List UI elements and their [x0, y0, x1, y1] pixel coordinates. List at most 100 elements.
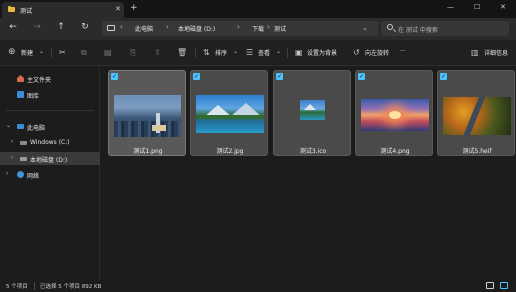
- toolbar-divider: [195, 48, 196, 58]
- chevron-down-icon: ⌄: [276, 48, 282, 55]
- file-tile[interactable]: ✓ 测试4.png: [355, 70, 433, 156]
- details-pane-icon: ▥: [471, 48, 479, 57]
- up-button[interactable]: ↑: [54, 22, 68, 32]
- command-bar: ⊕ 新建 ⌄ ✂ ⧉ ▤ ⎘ ⇪ 🗑 ⇅ 排序 ⌄ ☰ 查看 ⌄ ▣ 设置为背景…: [0, 40, 516, 66]
- back-button[interactable]: ←: [6, 22, 20, 32]
- breadcrumb-local-disk-d[interactable]: 本地磁盘 (D:): [178, 24, 215, 33]
- chevron-right-icon: ›: [120, 23, 123, 31]
- search-input[interactable]: 在 测试 中搜索: [398, 25, 438, 34]
- breadcrumb-this-pc[interactable]: 此电脑: [135, 24, 153, 33]
- sort-button[interactable]: 排序: [215, 48, 227, 57]
- file-tile[interactable]: ✓ 测试2.jpg: [190, 70, 268, 156]
- status-bar: 5 个项目 已选择 5 个项目 892 KB: [0, 280, 516, 292]
- chevron-down-icon[interactable]: ⌄: [6, 122, 11, 129]
- selection-info: 已选择 5 个项目 892 KB: [40, 284, 102, 290]
- file-name: 测试3.ico: [299, 148, 327, 155]
- maximize-button[interactable]: ☐: [474, 3, 480, 11]
- autumn-road-thumbnail: [443, 97, 511, 135]
- sidebar-item-label: 主文件夹: [27, 77, 52, 84]
- computer-icon: [107, 25, 115, 31]
- close-button[interactable]: ✕: [500, 3, 506, 11]
- file-tile[interactable]: ✓ 测试5.heif: [437, 70, 515, 156]
- sidebar-item-label: 图库: [27, 93, 40, 100]
- rotate-left-button[interactable]: 向左旋转: [365, 48, 389, 57]
- view-icon: ☰: [246, 48, 254, 57]
- view-button[interactable]: 查看: [258, 48, 270, 57]
- chevron-down-icon[interactable]: ⌄: [362, 24, 368, 32]
- chevron-right-icon[interactable]: ›: [11, 154, 13, 161]
- sidebar-item-home[interactable]: 主文件夹: [0, 72, 100, 85]
- wallpaper-icon: ▣: [295, 48, 303, 57]
- breadcrumb-test[interactable]: 测试: [274, 24, 286, 33]
- set-background-button[interactable]: 设置为背景: [307, 48, 337, 57]
- tab-title: 测试: [20, 8, 33, 15]
- navigation-pane: 主文件夹 图库 ⌄ 此电脑 › Windows (C:) › 本地磁盘 (D:)…: [0, 66, 100, 280]
- chevron-right-icon[interactable]: ›: [6, 170, 8, 177]
- file-list: ✓ 测试1.png ✓ 测试2.jpg ✓ 测试3.ico ✓ 测试4.png …: [101, 66, 516, 280]
- file-name: 测试4.png: [380, 148, 410, 155]
- sort-icon: ⇅: [203, 48, 210, 57]
- item-count: 5 个项目: [6, 284, 28, 290]
- chevron-right-icon: ›: [237, 23, 240, 31]
- city-night-thumbnail: [114, 95, 181, 137]
- copy-icon[interactable]: ⧉: [81, 48, 87, 58]
- chevron-right-icon[interactable]: ›: [11, 138, 13, 145]
- checkbox-checked-icon[interactable]: ✓: [193, 73, 200, 80]
- paste-icon[interactable]: ▤: [104, 48, 112, 57]
- search-box[interactable]: 在 测试 中搜索: [381, 21, 509, 36]
- sidebar-item-network[interactable]: › 网络: [0, 168, 100, 181]
- rename-icon[interactable]: ⎘: [130, 48, 136, 58]
- chevron-right-icon: ›: [166, 23, 169, 31]
- new-tab-button[interactable]: +: [130, 3, 138, 13]
- sidebar-item-this-pc[interactable]: ⌄ 此电脑: [0, 120, 100, 133]
- new-button[interactable]: 新建: [21, 48, 33, 57]
- tab-current[interactable]: 测试 ✕: [2, 2, 124, 18]
- refresh-button[interactable]: ↻: [78, 22, 92, 32]
- toolbar-divider: [51, 48, 52, 58]
- chevron-down-icon: ⌄: [233, 48, 239, 55]
- minimize-button[interactable]: —: [447, 3, 454, 11]
- more-options-button[interactable]: ···: [400, 48, 406, 55]
- breadcrumb-downloads[interactable]: 下载: [252, 24, 264, 33]
- search-icon: [387, 24, 393, 30]
- chevron-right-icon: ›: [267, 23, 270, 31]
- checkbox-checked-icon[interactable]: ✓: [111, 73, 118, 80]
- network-icon: [17, 171, 24, 178]
- file-name: 测试1.png: [133, 148, 163, 155]
- delete-icon[interactable]: 🗑: [177, 48, 187, 57]
- sidebar-item-label: Windows (C:): [30, 139, 70, 146]
- details-button[interactable]: 详细信息: [484, 48, 508, 57]
- tab-close-icon[interactable]: ✕: [115, 5, 121, 13]
- file-tile[interactable]: ✓ 测试3.ico: [273, 70, 351, 156]
- file-name: 测试5.heif: [462, 148, 492, 155]
- sidebar-item-gallery[interactable]: 图库: [0, 88, 100, 101]
- forward-button[interactable]: →: [30, 22, 44, 32]
- checkbox-checked-icon[interactable]: ✓: [440, 73, 447, 80]
- details-view-icon[interactable]: [486, 282, 494, 289]
- address-bar[interactable]: › 此电脑 › 本地磁盘 (D:) › 下载 › 测试 ⌄: [102, 21, 378, 36]
- chevron-down-icon: ⌄: [39, 48, 45, 55]
- share-icon[interactable]: ⇪: [154, 48, 161, 57]
- sidebar-item-local-disk-d[interactable]: › 本地磁盘 (D:): [0, 152, 100, 165]
- computer-icon: [17, 124, 24, 129]
- title-bar: 测试 ✕ + — ☐ ✕: [0, 0, 516, 18]
- sidebar-item-label: 本地磁盘 (D:): [30, 157, 68, 164]
- new-icon: ⊕: [8, 47, 16, 57]
- file-tile[interactable]: ✓ 测试1.png: [108, 70, 186, 156]
- gallery-icon: [17, 91, 24, 98]
- status-divider: [34, 282, 35, 290]
- navigation-bar: ← → ↑ ↻ › 此电脑 › 本地磁盘 (D:) › 下载 › 测试 ⌄ 在 …: [0, 18, 516, 40]
- thumbnail-view-icon[interactable]: [500, 282, 508, 289]
- drive-icon: [20, 157, 27, 161]
- folder-icon: [8, 6, 15, 12]
- drive-icon: [20, 141, 27, 145]
- sidebar-item-windows-c[interactable]: › Windows (C:): [0, 136, 100, 149]
- rotate-left-icon: ↺: [353, 48, 360, 57]
- cut-icon[interactable]: ✂: [59, 48, 66, 57]
- sidebar-divider: [6, 110, 94, 111]
- toolbar-divider: [287, 48, 288, 58]
- checkbox-checked-icon[interactable]: ✓: [276, 73, 283, 80]
- icon-file-thumbnail: [300, 100, 325, 120]
- file-name: 测试2.jpg: [216, 148, 244, 155]
- checkbox-checked-icon[interactable]: ✓: [358, 73, 365, 80]
